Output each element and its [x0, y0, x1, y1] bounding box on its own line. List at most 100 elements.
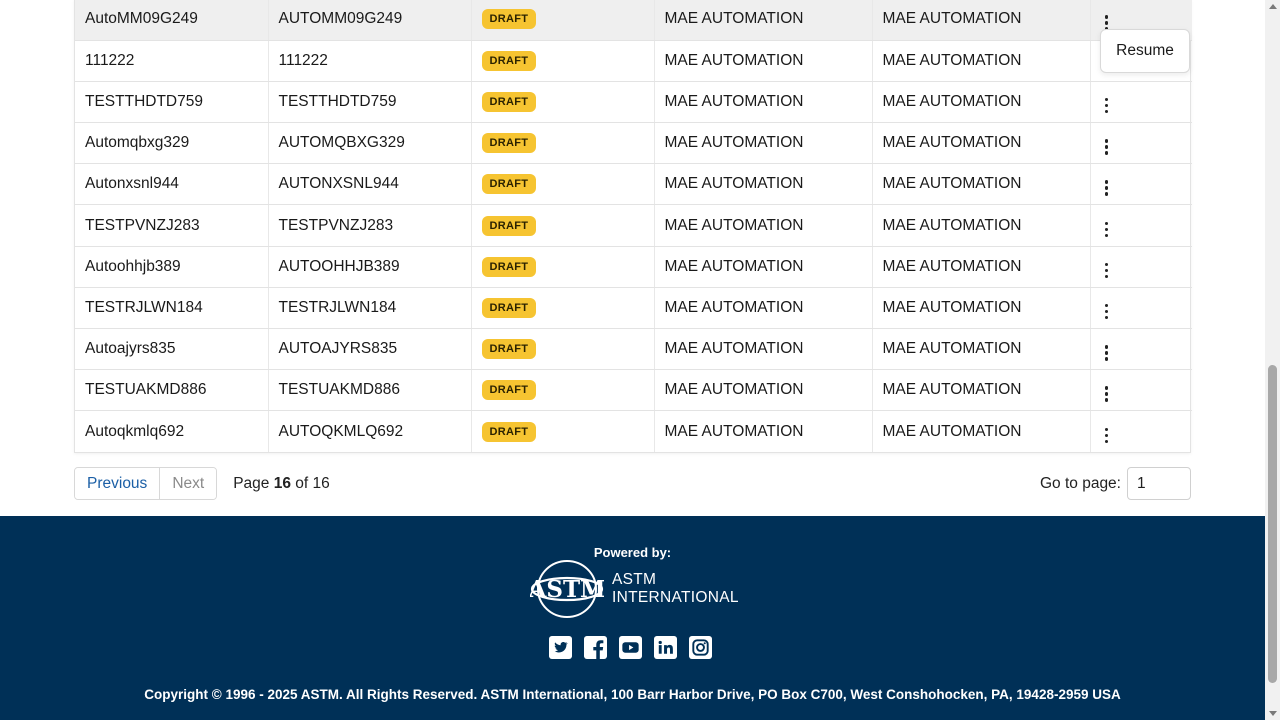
- page-prefix: Page: [233, 474, 270, 492]
- table-row: Autoajyrs835 AUTOAJYRS835 DRAFT MAE AUTOMAT…: [75, 328, 1192, 371]
- row-owner-text: MAE AUTOMATION: [882, 175, 1022, 193]
- row-code-cell: AUTOMM09G249: [268, 0, 472, 41]
- scroll-down-arrow-icon[interactable]: [1269, 711, 1277, 716]
- row-status-cell: DRAFT: [471, 0, 655, 41]
- status-badge: DRAFT: [481, 215, 537, 236]
- row-organization-text: MAE AUTOMATION: [664, 422, 804, 440]
- row-status-cell: DRAFT: [471, 204, 655, 247]
- more-options-icon[interactable]: [1101, 426, 1113, 446]
- row-organization-cell: MAE AUTOMATION: [654, 122, 873, 165]
- row-code-cell: TESTTHDTD759: [268, 81, 472, 124]
- page-scrollbar[interactable]: [1265, 0, 1280, 720]
- astm-logo[interactable]: ASTM ASTM INTERNATIONAL: [530, 559, 740, 619]
- astm-globe-icon: ASTM: [530, 560, 604, 618]
- row-name-cell: AutoMM09G249: [75, 0, 269, 41]
- row-name-cell: Autoohhjb389: [75, 246, 269, 288]
- row-name-cell: Automqbxg329: [75, 122, 269, 165]
- row-name-text: TESTUAKMD886: [85, 381, 207, 399]
- more-options-icon[interactable]: [1101, 220, 1113, 240]
- scrollbar-thumb[interactable]: [1268, 365, 1277, 683]
- youtube-icon[interactable]: [619, 636, 642, 659]
- row-name-cell: TESTRJLWN184: [75, 287, 269, 330]
- row-owner-cell: MAE AUTOMATION: [872, 40, 1091, 82]
- resume-menu-item[interactable]: Resume: [1100, 29, 1190, 73]
- more-options-icon[interactable]: [1101, 343, 1113, 363]
- row-code-cell: 111222: [268, 40, 472, 82]
- row-code-cell: AUTOAJYRS835: [268, 328, 472, 371]
- page-indicator: Page 16 of 16: [233, 475, 330, 493]
- row-name-cell: TESTPVNZJ283: [75, 204, 269, 247]
- row-code-cell: AUTONXSNL944: [268, 163, 472, 206]
- twitter-icon[interactable]: [549, 636, 572, 659]
- row-name-text: Autoohhjb389: [85, 257, 181, 275]
- row-owner-text: MAE AUTOMATION: [882, 381, 1022, 399]
- row-code-text: AUTOMQBXG329: [278, 134, 405, 152]
- powered-by-label: Powered by:: [593, 545, 672, 560]
- row-name-text: Autonxsnl944: [85, 175, 179, 193]
- logo-mark-text: ASTM: [530, 576, 604, 603]
- linkedin-icon[interactable]: [654, 636, 677, 659]
- scroll-up-arrow-icon[interactable]: [1269, 4, 1277, 9]
- status-badge: DRAFT: [481, 133, 537, 154]
- facebook-icon[interactable]: [584, 636, 607, 659]
- row-organization-cell: MAE AUTOMATION: [654, 163, 873, 206]
- row-actions-cell: [1090, 411, 1192, 452]
- next-button[interactable]: Next: [160, 468, 217, 499]
- table-row: Autoqkmlq692 AUTOQKMLQ692 DRAFT MAE AUTOMAT…: [75, 410, 1192, 453]
- row-name-text: TESTPVNZJ283: [85, 216, 200, 234]
- row-name-cell: 111222: [75, 40, 269, 82]
- table-row: TESTPVNZJ283 TESTPVNZJ283 DRAFT MAE AUTOMAT…: [75, 204, 1192, 247]
- row-status-cell: DRAFT: [471, 40, 655, 82]
- more-options-icon[interactable]: [1101, 137, 1113, 157]
- row-actions-cell: [1090, 328, 1192, 371]
- row-actions-cell: [1090, 163, 1192, 206]
- row-organization-text: MAE AUTOMATION: [664, 92, 804, 110]
- row-name-text: Autoqkmlq692: [85, 422, 185, 440]
- more-options-icon[interactable]: [1101, 261, 1113, 281]
- row-code-cell: TESTRJLWN184: [268, 287, 472, 330]
- data-table: AutoMM09G249 AUTOMM09G249 DRAFT MAE AUTOMAT…: [74, 0, 1192, 454]
- table-row: Automqbxg329 AUTOMQBXG329 DRAFT MAE AUTOMAT…: [75, 122, 1192, 165]
- row-owner-text: MAE AUTOMATION: [882, 134, 1022, 152]
- row-organization-text: MAE AUTOMATION: [664, 51, 804, 69]
- footer: Powered by: ASTM ASTM INTERNATIONAL Copy…: [0, 516, 1265, 720]
- row-name-cell: Autonxsnl944: [75, 163, 269, 206]
- status-badge: DRAFT: [481, 421, 537, 442]
- more-options-icon[interactable]: [1101, 302, 1113, 322]
- row-name-text: Automqbxg329: [85, 134, 190, 152]
- logo-line-astm: ASTM: [612, 571, 657, 588]
- resume-label: Resume: [1116, 42, 1174, 59]
- row-status-cell: DRAFT: [471, 81, 655, 124]
- more-options-icon[interactable]: [1101, 384, 1113, 404]
- row-owner-text: MAE AUTOMATION: [882, 216, 1022, 234]
- row-name-cell: Autoqkmlq692: [75, 410, 269, 453]
- row-owner-text: MAE AUTOMATION: [882, 422, 1022, 440]
- goto-page-input[interactable]: [1127, 467, 1191, 500]
- row-code-cell: AUTOQKMLQ692: [268, 410, 472, 453]
- row-organization-text: MAE AUTOMATION: [664, 257, 804, 275]
- row-status-cell: DRAFT: [471, 410, 655, 453]
- row-owner-cell: MAE AUTOMATION: [872, 81, 1091, 124]
- row-owner-cell: MAE AUTOMATION: [872, 410, 1091, 453]
- table-row: AutoMM09G249 AUTOMM09G249 DRAFT MAE AUTOMAT…: [75, 0, 1192, 41]
- row-actions-cell: [1090, 81, 1192, 124]
- more-options-icon[interactable]: [1101, 96, 1113, 116]
- social-links: [549, 636, 712, 659]
- status-badge: DRAFT: [481, 174, 537, 195]
- table-row: Autoohhjb389 AUTOOHHJB389 DRAFT MAE AUTOMAT…: [75, 246, 1192, 288]
- row-actions-cell: [1090, 369, 1192, 412]
- row-code-text: TESTRJLWN184: [278, 298, 397, 316]
- instagram-icon[interactable]: [689, 636, 712, 659]
- row-organization-text: MAE AUTOMATION: [664, 340, 804, 358]
- table-row: TESTUAKMD886 TESTUAKMD886 DRAFT MAE AUTOMAT…: [75, 369, 1192, 412]
- row-owner-text: MAE AUTOMATION: [882, 298, 1022, 316]
- row-organization-text: MAE AUTOMATION: [664, 10, 804, 28]
- row-code-text: TESTPVNZJ283: [278, 216, 394, 234]
- table-row: TESTRJLWN184 TESTRJLWN184 DRAFT MAE AUTOMAT…: [75, 287, 1192, 330]
- more-options-icon[interactable]: [1101, 178, 1113, 198]
- row-organization-text: MAE AUTOMATION: [664, 298, 804, 316]
- row-owner-text: MAE AUTOMATION: [882, 92, 1022, 110]
- previous-button[interactable]: Previous: [75, 468, 161, 499]
- row-code-text: AUTOMM09G249: [278, 10, 403, 28]
- status-badge: DRAFT: [481, 9, 537, 30]
